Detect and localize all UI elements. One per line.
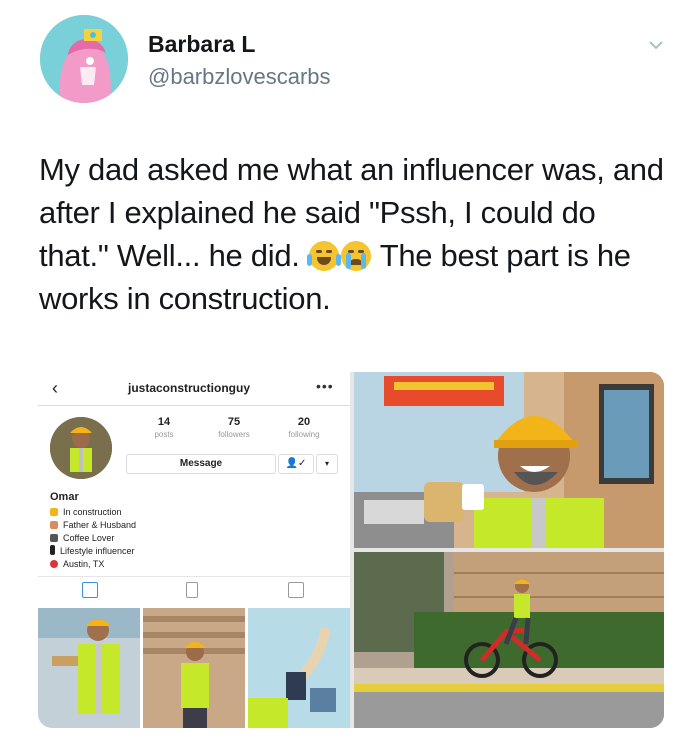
laughing-crying-emoji-icon: [306, 241, 341, 271]
back-arrow-icon: ‹: [52, 378, 58, 398]
pin-icon: [50, 560, 58, 568]
ig-followers-count: 75: [227, 416, 241, 428]
author-avatar[interactable]: [40, 15, 128, 103]
ig-posts-count: 14: [157, 416, 171, 428]
ig-message-button: Message: [126, 454, 276, 474]
phone-icon: [50, 545, 55, 555]
ig-bio-line: Coffee Lover: [50, 532, 230, 545]
author-name[interactable]: Barbara L: [148, 31, 255, 58]
ig-dropdown-button: ▾: [316, 454, 338, 474]
family-icon: [50, 521, 58, 529]
ig-grid-photo: [38, 608, 140, 728]
tweet-media-grid[interactable]: ‹ justaconstructionguy ••• 14 posts 75 f…: [38, 372, 664, 728]
author-handle[interactable]: @barbzlovescarbs: [148, 64, 331, 90]
ig-username: justaconstructionguy: [128, 381, 251, 395]
construction-worker-icon: [50, 508, 58, 516]
feed-view-icon: [186, 582, 198, 598]
ig-followers-label: followers: [218, 430, 250, 439]
ig-bio-line: In construction: [50, 506, 230, 519]
divider: [38, 405, 350, 406]
coffee-icon: [50, 534, 58, 542]
tweet-text: My dad asked me what an influencer was, …: [39, 148, 669, 320]
princess-bubblegum-avatar-art: [40, 15, 128, 103]
ig-display-name: Omar: [50, 491, 79, 503]
photo-man-drinking-coffee: [354, 372, 664, 548]
ig-bio-line: Austin, TX: [50, 558, 230, 571]
ig-grid-photo: [248, 608, 350, 728]
tagged-photos-icon: [288, 582, 304, 598]
ig-following-count: 20: [297, 416, 311, 428]
crying-emoji-icon: [340, 241, 371, 271]
coffee-photo[interactable]: [354, 372, 664, 548]
ig-bio-line: Father & Husband: [50, 519, 230, 532]
ig-following-button: 👤✓: [278, 454, 314, 474]
ig-following-label: following: [288, 430, 320, 439]
divider: [38, 576, 350, 577]
instagram-profile-screenshot[interactable]: ‹ justaconstructionguy ••• 14 posts 75 f…: [38, 372, 350, 728]
chevron-down-icon[interactable]: [648, 37, 664, 53]
ig-posts-label: posts: [154, 430, 174, 439]
more-options-icon: •••: [316, 378, 334, 394]
grid-view-icon: [82, 582, 98, 598]
ig-grid-photo: [143, 608, 245, 728]
bike-photo[interactable]: [354, 552, 664, 728]
photo-man-on-bike: [354, 552, 664, 728]
ig-profile-photo: [50, 417, 112, 479]
ig-bio-line: Lifestyle influencer: [50, 545, 230, 558]
